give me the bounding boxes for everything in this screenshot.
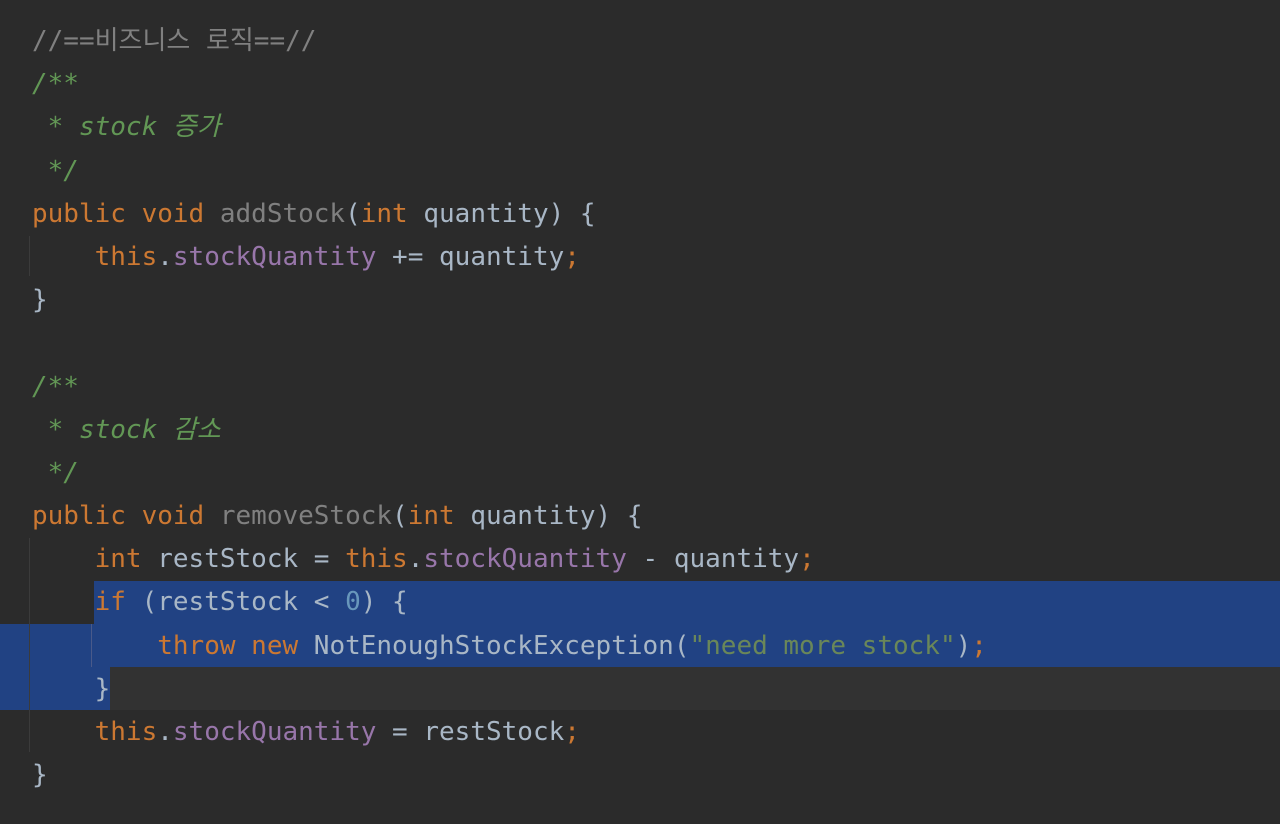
code-token: } [32, 760, 48, 791]
code-line[interactable]: public void addStock(int quantity) { [32, 193, 987, 236]
code-token: */ [32, 457, 79, 488]
code-token: . [157, 717, 173, 747]
code-lines[interactable]: //==비즈니스 로직==// /** * stock 증가 */ public v… [32, 20, 987, 797]
code-token: throw [157, 630, 236, 661]
code-line[interactable]: */ [32, 452, 987, 495]
code-token: - quantity [626, 544, 800, 575]
code-token: this [94, 717, 158, 747]
code-token: ( [345, 198, 361, 229]
code-token: new [251, 630, 299, 661]
code-editor[interactable]: //==비즈니스 로직==// /** * stock 증가 */ public v… [0, 0, 1280, 824]
code-line[interactable]: * stock 감소 [32, 409, 987, 452]
code-token: = restStock [376, 717, 565, 747]
code-line[interactable]: public void removeStock(int quantity) { [32, 495, 987, 538]
code-token: void [141, 501, 205, 532]
code-line[interactable]: */ [32, 150, 987, 193]
code-token: } [32, 673, 111, 704]
indent-guide [29, 538, 30, 752]
code-line[interactable]: throw new NotEnoughStockException("need … [32, 625, 987, 668]
code-line[interactable]: //==비즈니스 로직==// [32, 20, 987, 63]
code-token: "need more stock" [689, 630, 956, 661]
code-token: . [157, 241, 173, 272]
code-token: this [345, 544, 408, 575]
code-token: int [407, 501, 455, 532]
code-token: stockQuantity [423, 544, 627, 575]
indent-guide [29, 236, 30, 276]
code-token: ; [799, 544, 815, 575]
code-token: 0 [345, 587, 361, 618]
code-line[interactable]: } [32, 668, 987, 711]
code-token: addStock [219, 198, 346, 229]
code-token: ) [955, 630, 972, 661]
code-token: ) { [360, 587, 408, 618]
code-token: if [94, 587, 126, 618]
code-line[interactable]: /** [32, 63, 987, 106]
code-token: += quantity [376, 241, 565, 272]
code-token: quantity) { [454, 501, 643, 532]
code-token: public [32, 501, 126, 532]
code-token: restStock = [141, 544, 346, 575]
code-token: stockQuantity [172, 241, 377, 272]
code-token: ; [971, 630, 987, 661]
code-token: /** [32, 371, 79, 402]
code-token: ; [564, 241, 580, 272]
code-token: quantity) { [407, 198, 596, 229]
code-token: public [32, 198, 126, 229]
code-line[interactable]: if (restStock < 0) { [32, 581, 987, 624]
code-token: } [32, 285, 48, 316]
code-token: * stock 감소 [32, 414, 221, 445]
code-line[interactable]: this.stockQuantity = restStock; [32, 711, 987, 754]
code-token: ; [564, 717, 580, 747]
code-token: . [407, 544, 424, 575]
code-token: (restStock < [125, 587, 346, 618]
code-token: removeStock [219, 501, 393, 532]
code-token: //==비즈니스 로직==// [32, 26, 317, 56]
code-line[interactable]: } [32, 754, 987, 797]
code-line[interactable]: * stock 증가 [32, 106, 987, 149]
code-token: this [94, 241, 158, 272]
code-token: stockQuantity [172, 717, 377, 747]
code-line[interactable]: /** [32, 366, 987, 409]
code-line[interactable]: int restStock = this.stockQuantity - qua… [32, 538, 987, 581]
code-token: */ [32, 155, 79, 186]
code-token: NotEnoughStockException( [298, 630, 690, 661]
code-token: ( [392, 501, 408, 532]
code-token: void [141, 198, 205, 229]
code-line[interactable]: } [32, 279, 987, 322]
code-line[interactable]: this.stockQuantity += quantity; [32, 236, 987, 279]
code-token: int [94, 544, 142, 575]
code-line[interactable] [32, 322, 987, 365]
code-token: * stock 증가 [32, 112, 221, 143]
code-token: /** [32, 69, 79, 100]
code-token: int [360, 198, 408, 229]
